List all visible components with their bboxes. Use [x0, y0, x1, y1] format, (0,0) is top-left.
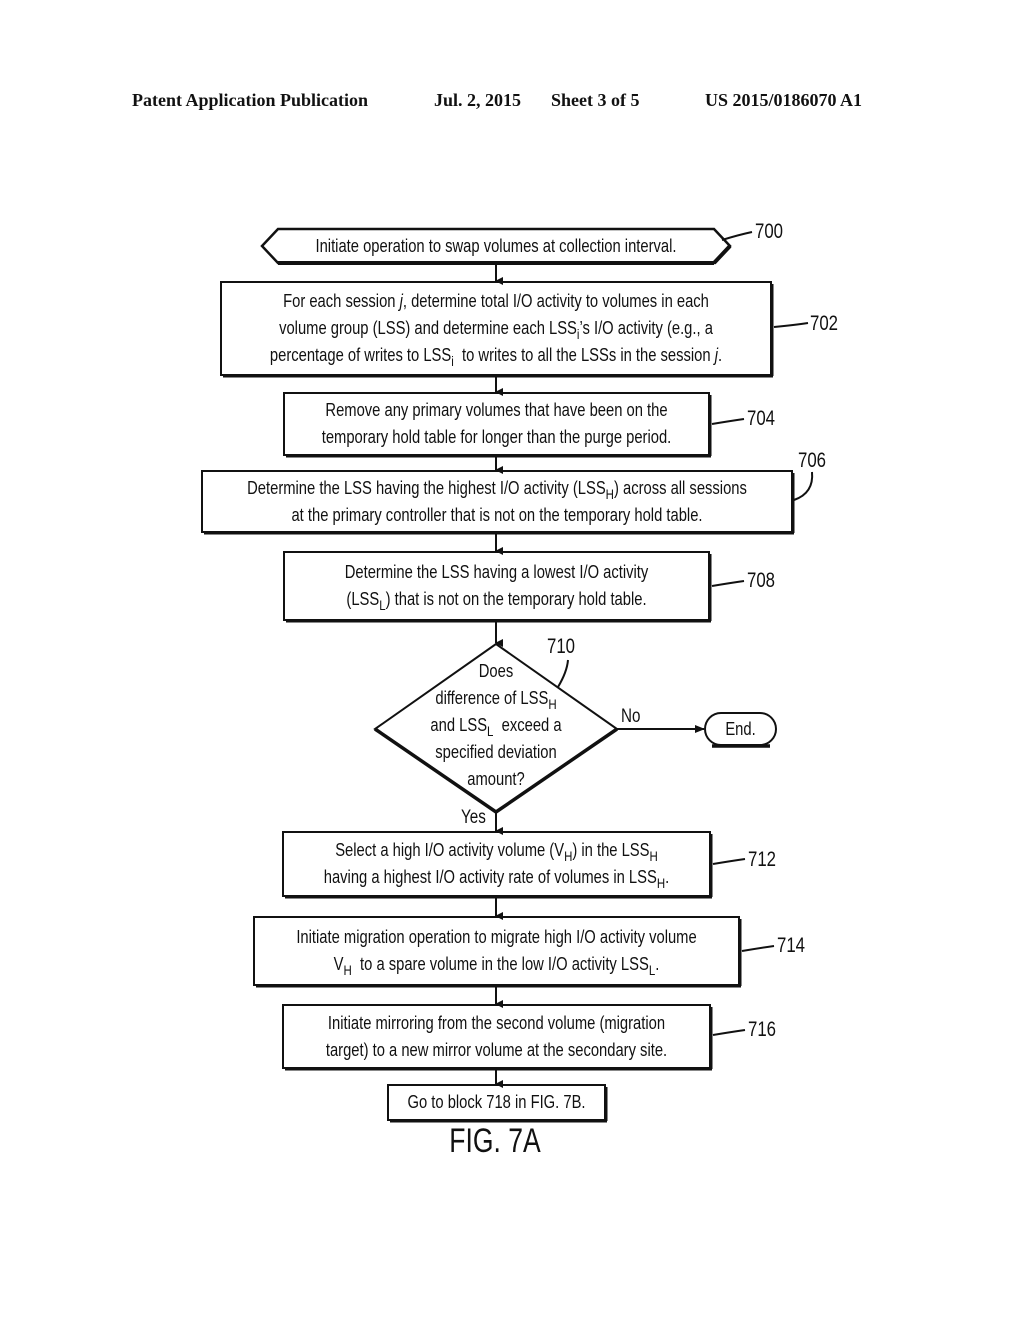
- no-branch-label: No: [621, 706, 641, 727]
- step-714-line-2: VH to a spare volume in the low I/O acti…: [333, 954, 660, 978]
- decision-line-1: Does: [478, 660, 514, 681]
- ref-label-712: 712: [748, 848, 777, 871]
- ref-label-714: 714: [777, 934, 806, 957]
- leader-700: [721, 231, 753, 241]
- step-702-line-1: For each session j, determine total I/O …: [283, 291, 709, 311]
- figure-label: FIG. 7A: [449, 1122, 541, 1160]
- leader-714: [741, 945, 775, 952]
- goto-text: Go to block 718 in FIG. 7B.: [407, 1092, 586, 1112]
- step-708-line-1: Determine the LSS having a lowest I/O ac…: [344, 562, 649, 582]
- ref-label-710: 710: [547, 635, 576, 658]
- decision-line-2: difference of LSSH: [435, 687, 557, 712]
- process-box-714: Initiate migration operation to migrate …: [296, 917, 697, 985]
- leader-708: [711, 580, 745, 587]
- ref-label-708: 708: [747, 569, 776, 592]
- leader-712: [712, 858, 746, 865]
- step-704-line-2: temporary hold table for longer than the…: [321, 427, 672, 447]
- process-box-712: Select a high I/O activity volume (VH) i…: [321, 832, 671, 896]
- step-706-line-2: at the primary controller that is not on…: [291, 504, 703, 525]
- decision-line-5: amount?: [467, 768, 525, 789]
- end-text: End.: [725, 718, 756, 739]
- ref-label-706: 706: [798, 449, 827, 472]
- ref-label-700: 700: [755, 220, 784, 243]
- step-716-line-1: Initiate mirroring from the second volum…: [327, 1012, 666, 1033]
- step-708-line-2: (LSSL) that is not on the temporary hold…: [346, 589, 647, 613]
- leader-706: [793, 471, 814, 501]
- process-box-704: Remove any primary volumes that have bee…: [321, 393, 672, 455]
- leader-702: [773, 322, 809, 328]
- yes-branch-label: Yes: [461, 807, 486, 828]
- step-706-line-1: Determine the LSS having the highest I/O…: [247, 477, 747, 502]
- start-text: Initiate operation to swap volumes at co…: [315, 235, 677, 256]
- ref-label-704: 704: [747, 407, 776, 430]
- step-704-line-1: Remove any primary volumes that have bee…: [325, 400, 668, 420]
- decision-line-4: specified deviation: [435, 741, 557, 762]
- leader-704: [711, 418, 745, 425]
- step-712-line-1: Select a high I/O activity volume (VH) i…: [335, 840, 658, 864]
- step-702-line-2: volume group (LSS) and determine each LS…: [279, 318, 713, 342]
- process-box-702: For each session j, determine total I/O …: [269, 282, 723, 375]
- step-714-line-1: Initiate migration operation to migrate …: [296, 927, 697, 947]
- step-702-line-3: percentage of writes to LSSi to writes t…: [269, 345, 723, 369]
- process-box-708: Determine the LSS having a lowest I/O ac…: [322, 552, 671, 620]
- decision-line-3: and LSSL exceed a: [430, 714, 562, 739]
- ref-label-716: 716: [748, 1018, 777, 1041]
- step-712-line-2: having a highest I/O activity rate of vo…: [323, 867, 670, 891]
- start-terminal: Initiate operation to swap volumes at co…: [304, 229, 688, 263]
- end-terminal: End.: [711, 713, 769, 745]
- process-box-716: Initiate mirroring from the second volum…: [321, 1005, 671, 1068]
- process-box-706: Determine the LSS having the highest I/O…: [247, 471, 747, 532]
- step-716-line-2: target) to a new mirror volume at the se…: [325, 1039, 668, 1060]
- decision-diamond-710: Does difference of LSSH and LSSL exceed …: [414, 656, 578, 794]
- goto-box: Go to block 718 in FIG. 7B.: [407, 1085, 586, 1120]
- ref-label-702: 702: [810, 312, 839, 335]
- leader-716: [712, 1029, 746, 1036]
